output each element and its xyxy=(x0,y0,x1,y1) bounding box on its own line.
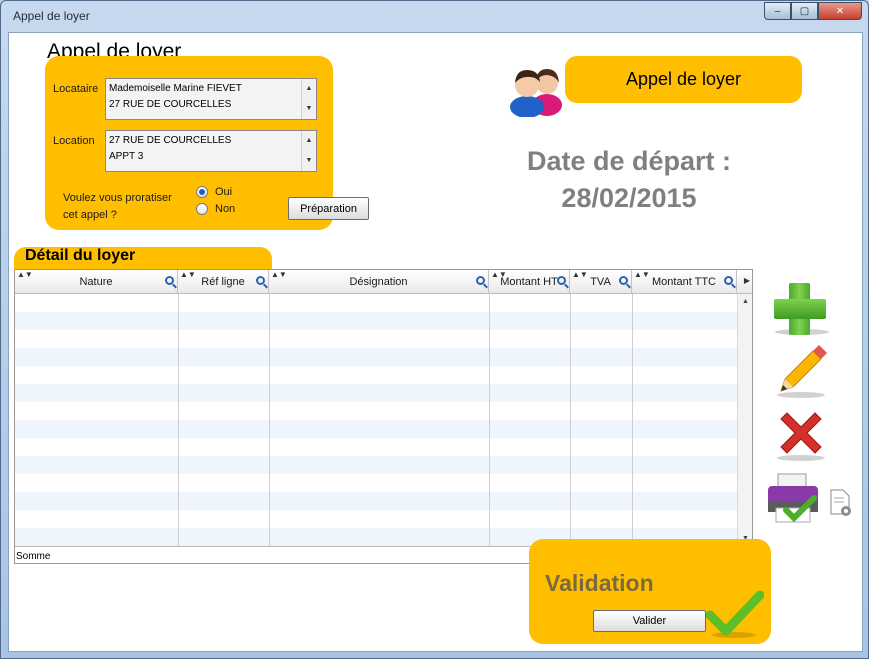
locataire-line2: 27 RUE DE COURCELLES xyxy=(109,99,232,110)
footer-sum-label: Somme xyxy=(16,551,51,562)
print-validate-icon[interactable] xyxy=(764,470,824,526)
column-divider xyxy=(269,294,270,546)
column-tva[interactable]: ▲▼ TVA xyxy=(570,270,632,294)
radio-oui[interactable]: Oui xyxy=(196,186,232,198)
sort-icon[interactable]: ▲▼ xyxy=(271,270,287,279)
sort-icon[interactable]: ▲▼ xyxy=(572,270,588,279)
table-row[interactable] xyxy=(15,348,737,366)
table-row[interactable] xyxy=(15,438,737,456)
table-row[interactable] xyxy=(15,312,737,330)
search-icon[interactable] xyxy=(476,276,485,285)
scroll-up-icon[interactable]: ▲ xyxy=(306,81,313,97)
validation-title: Validation xyxy=(545,570,654,596)
search-icon[interactable] xyxy=(724,276,733,285)
radio-oui-label: Oui xyxy=(215,186,233,198)
users-icon xyxy=(510,69,562,117)
column-montant-ttc[interactable]: ▲▼ Montant TTC xyxy=(632,270,737,294)
scroll-down-icon[interactable]: ▼ xyxy=(306,153,313,169)
table-scrollbar[interactable]: ▲ ▼ xyxy=(737,294,752,546)
add-icon[interactable] xyxy=(774,283,826,335)
prorata-question-line2: cet appel ? xyxy=(63,209,117,221)
date-value: 28/02/2015 xyxy=(561,183,697,213)
search-icon[interactable] xyxy=(256,276,265,285)
location-line1: 27 RUE DE COURCELLES xyxy=(109,135,232,146)
preparation-button[interactable]: Préparation xyxy=(288,197,369,220)
column-nature[interactable]: ▲▼ Nature xyxy=(15,270,178,294)
column-divider xyxy=(632,294,633,546)
radio-oui-indicator[interactable] xyxy=(196,186,208,198)
window-controls: – ▢ ✕ xyxy=(764,2,862,20)
table-row[interactable] xyxy=(15,294,737,312)
detail-table[interactable]: ▲▼ Nature ▲▼ Réf ligne ▲▼ Désignation ▲▼… xyxy=(14,269,753,564)
locataire-field[interactable]: Mademoiselle Marine FIEVET 27 RUE DE COU… xyxy=(105,78,317,120)
date-label: Date de départ : xyxy=(526,146,732,176)
table-row[interactable] xyxy=(15,474,737,492)
column-montant-ttc-label: Montant TTC xyxy=(652,276,716,288)
radio-non[interactable]: Non xyxy=(196,203,235,215)
locataire-line1: Mademoiselle Marine FIEVET xyxy=(109,83,242,94)
scroll-up-icon[interactable]: ▲ xyxy=(306,133,313,149)
table-row[interactable] xyxy=(15,366,737,384)
sort-icon[interactable]: ▲▼ xyxy=(634,270,650,279)
table-body[interactable] xyxy=(15,294,737,546)
column-divider xyxy=(570,294,571,546)
app-window: Appel de loyer – ▢ ✕ Appel de loyer Loca… xyxy=(0,0,869,659)
search-icon[interactable] xyxy=(619,276,628,285)
column-divider xyxy=(489,294,490,546)
scroll-right-icon[interactable]: ▶ xyxy=(744,276,750,285)
delete-icon[interactable] xyxy=(773,405,829,461)
table-header: ▲▼ Nature ▲▼ Réf ligne ▲▼ Désignation ▲▼… xyxy=(15,270,752,294)
tenant-panel: Locataire Mademoiselle Marine FIEVET 27 … xyxy=(45,56,369,230)
close-button[interactable]: ✕ xyxy=(818,2,862,20)
document-settings-icon[interactable] xyxy=(829,488,853,518)
radio-non-indicator[interactable] xyxy=(196,203,208,215)
search-icon[interactable] xyxy=(557,276,566,285)
column-designation[interactable]: ▲▼ Désignation xyxy=(269,270,489,294)
location-line2: APPT 3 xyxy=(109,151,144,162)
column-ref-ligne[interactable]: ▲▼ Réf ligne xyxy=(178,270,269,294)
client-area: Appel de loyer Locataire Mademoiselle Ma… xyxy=(8,32,863,652)
location-scrollbar[interactable]: ▲ ▼ xyxy=(301,131,316,171)
table-row[interactable] xyxy=(15,492,737,510)
table-row[interactable] xyxy=(15,420,737,438)
prorata-question: Voulez vous proratiser cet appel ? xyxy=(63,190,172,224)
edit-pencil-icon[interactable] xyxy=(773,343,829,399)
table-row[interactable] xyxy=(15,456,737,474)
scroll-up-icon[interactable]: ▲ xyxy=(742,298,749,305)
window-title: Appel de loyer xyxy=(13,9,90,23)
table-row[interactable] xyxy=(15,510,737,528)
column-designation-label: Désignation xyxy=(349,276,408,288)
radio-non-label: Non xyxy=(215,203,236,215)
maximize-button[interactable]: ▢ xyxy=(791,2,818,20)
prorata-question-line1: Voulez vous proratiser xyxy=(63,192,172,204)
locataire-label: Locataire xyxy=(53,83,99,95)
column-divider xyxy=(178,294,179,546)
table-row[interactable] xyxy=(15,402,737,420)
title-bar[interactable]: Appel de loyer – ▢ ✕ xyxy=(1,1,868,31)
plus-horizontal xyxy=(774,299,826,319)
column-ref-ligne-label: Réf ligne xyxy=(201,276,245,288)
search-icon[interactable] xyxy=(165,276,174,285)
column-tva-label: TVA xyxy=(590,276,611,288)
radio-selected-dot xyxy=(199,189,205,195)
minimize-button[interactable]: – xyxy=(764,2,791,20)
table-row[interactable] xyxy=(15,330,737,348)
scroll-down-icon[interactable]: ▼ xyxy=(306,101,313,117)
sort-icon[interactable]: ▲▼ xyxy=(180,270,196,279)
header-title: Appel de loyer xyxy=(565,56,802,103)
locataire-scrollbar[interactable]: ▲ ▼ xyxy=(301,79,316,119)
detail-title: Détail du loyer xyxy=(25,247,136,264)
sort-icon[interactable]: ▲▼ xyxy=(17,270,33,279)
table-row[interactable] xyxy=(15,384,737,402)
valider-button[interactable]: Valider xyxy=(593,610,706,632)
sort-icon[interactable]: ▲▼ xyxy=(491,270,507,279)
location-label: Location xyxy=(53,135,95,147)
checkmark-icon xyxy=(706,590,764,638)
column-montant-ht-label: Montant HT xyxy=(500,276,558,288)
column-nature-label: Nature xyxy=(79,276,113,288)
location-field[interactable]: 27 RUE DE COURCELLES APPT 3 ▲ ▼ xyxy=(105,130,317,172)
column-montant-ht[interactable]: ▲▼ Montant HT xyxy=(489,270,570,294)
